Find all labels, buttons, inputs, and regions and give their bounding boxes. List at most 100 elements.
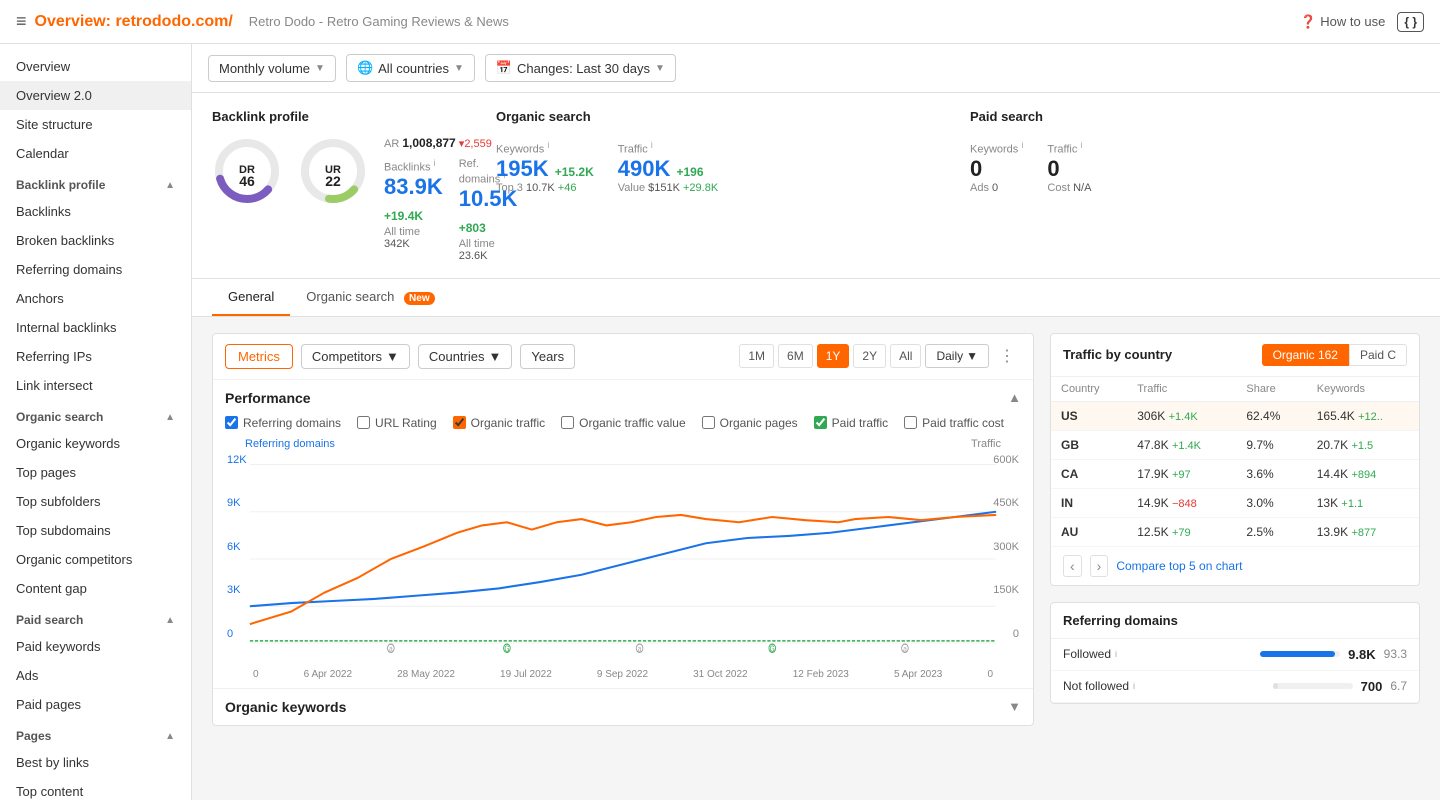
sidebar-item-referring-domains[interactable]: Referring domains [0, 255, 191, 284]
more-options-btn[interactable]: ⋮ [993, 344, 1021, 368]
performance-chart: a G a G a [225, 454, 1021, 664]
ref-followed-values: 9.8K 93.3 [1260, 647, 1407, 662]
paid-metrics-row: Keywords i 0 Ads 0 Traffic i 0 Cost N/A [970, 140, 1420, 194]
sidebar-item-top-content[interactable]: Top content [0, 777, 191, 800]
tab-organic-search[interactable]: Organic search New [290, 279, 450, 316]
col-traffic: Traffic [1127, 377, 1236, 402]
svg-text:G: G [504, 643, 509, 653]
traffic-us: 306K +1.4K [1127, 401, 1236, 430]
hamburger-icon[interactable]: ≡ [16, 11, 27, 32]
sidebar-item-organic-keywords[interactable]: Organic keywords [0, 429, 191, 458]
sidebar-item-paid-keywords[interactable]: Paid keywords [0, 632, 191, 661]
years-btn[interactable]: Years [520, 344, 575, 369]
sidebar-item-overview2[interactable]: Overview 2.0 [0, 81, 191, 110]
time-btn-all[interactable]: All [890, 344, 921, 368]
sidebar-item-best-by-links[interactable]: Best by links [0, 748, 191, 777]
ref-followed-count: 9.8K [1348, 647, 1375, 662]
tab-general[interactable]: General [212, 279, 290, 316]
share-ca: 3.6% [1236, 459, 1306, 488]
share-us: 62.4% [1236, 401, 1306, 430]
sidebar-item-top-pages[interactable]: Top pages [0, 458, 191, 487]
sidebar-item-overview[interactable]: Overview [0, 52, 191, 81]
sidebar-item-backlinks[interactable]: Backlinks [0, 197, 191, 226]
checkbox-paid-traffic-cost[interactable]: Paid traffic cost [904, 416, 1004, 430]
backlinks-value: 83.9K +19.4K [384, 174, 443, 226]
country-gb: GB [1051, 430, 1127, 459]
sidebar-item-calendar[interactable]: Calendar [0, 139, 191, 168]
checkbox-referring-domains[interactable]: Referring domains [225, 416, 341, 430]
time-btn-6m[interactable]: 6M [778, 344, 813, 368]
sidebar-item-anchors[interactable]: Anchors [0, 284, 191, 313]
checkbox-organic-traffic[interactable]: Organic traffic [453, 416, 545, 430]
api-badge[interactable]: { } [1397, 12, 1424, 32]
sidebar-item-broken-backlinks[interactable]: Broken backlinks [0, 226, 191, 255]
all-countries-btn[interactable]: 🌐 All countries ▼ [346, 54, 475, 82]
time-btn-1y[interactable]: 1Y [817, 344, 850, 368]
time-btn-2y[interactable]: 2Y [853, 344, 886, 368]
how-to-use-btn[interactable]: ❓ How to use [1300, 14, 1385, 30]
sidebar-item-content-gap[interactable]: Content gap [0, 574, 191, 603]
chevron-down-icon: ▼ [315, 63, 325, 74]
keywords-us: 165.4K +12.. [1307, 401, 1419, 430]
sidebar-item-ads[interactable]: Ads [0, 661, 191, 690]
checkbox-organic-pages-input[interactable] [702, 416, 715, 429]
right-panel: Traffic by country Organic 162 Paid C Co… [1050, 333, 1420, 726]
sidebar-section-organic-search[interactable]: Organic search ▲ [0, 400, 191, 429]
competitors-btn[interactable]: Competitors ▼ [301, 344, 410, 369]
chevron-down-daily: ▼ [966, 349, 978, 363]
checkbox-url-rating-input[interactable] [357, 416, 370, 429]
checkbox-organic-traffic-value-input[interactable] [561, 416, 574, 429]
organic-keywords-toggle[interactable]: ▼ [1008, 699, 1021, 714]
next-page-btn[interactable]: › [1090, 555, 1109, 577]
checkbox-paid-traffic-input[interactable] [814, 416, 827, 429]
traffic-gb: 47.8K +1.4K [1127, 430, 1236, 459]
tab-pill-organic[interactable]: Organic 162 [1262, 344, 1349, 366]
svg-text:46: 46 [239, 173, 255, 189]
checkbox-paid-traffic-cost-input[interactable] [904, 416, 917, 429]
daily-btn[interactable]: Daily ▼ [925, 344, 989, 368]
backlink-profile-card: Backlink profile DR 46 [212, 109, 472, 262]
changes-btn[interactable]: 📅 Changes: Last 30 days ▼ [485, 54, 676, 82]
competitors-label: Competitors [312, 349, 382, 364]
top-nav: ≡ Overview: retrododo.com/ Retro Dodo - … [0, 0, 1440, 44]
metrics-btn[interactable]: Metrics [225, 344, 293, 369]
ref-not-followed-bar [1273, 683, 1279, 689]
traffic-country-header: Traffic by country Organic 162 Paid C [1051, 334, 1419, 377]
sidebar-section-paid-search[interactable]: Paid search ▲ [0, 603, 191, 632]
checkbox-organic-traffic-value[interactable]: Organic traffic value [561, 416, 686, 430]
keywords-au: 13.9K +877 [1307, 517, 1419, 546]
tab-pill-paid[interactable]: Paid C [1349, 344, 1407, 366]
chevron-up-icon-paid: ▲ [165, 615, 175, 626]
countries-btn[interactable]: Countries ▼ [418, 344, 513, 369]
checkbox-paid-traffic[interactable]: Paid traffic [814, 416, 888, 430]
page-title: Overview: retrododo.com/ [35, 13, 233, 31]
sidebar-item-referring-ips[interactable]: Referring IPs [0, 342, 191, 371]
sidebar-section-pages[interactable]: Pages ▲ [0, 719, 191, 748]
sidebar-item-paid-pages[interactable]: Paid pages [0, 690, 191, 719]
section-title-backlink: Backlink profile [16, 178, 105, 192]
monthly-volume-btn[interactable]: Monthly volume ▼ [208, 55, 336, 82]
checkbox-organic-pages[interactable]: Organic pages [702, 416, 798, 430]
performance-toggle-icon[interactable]: ▲ [1008, 390, 1021, 405]
globe-icon: 🌐 [357, 60, 373, 76]
sidebar-section-backlink-profile[interactable]: Backlink profile ▲ [0, 168, 191, 197]
keywords-gb: 20.7K +1.5 [1307, 430, 1419, 459]
checkbox-url-rating[interactable]: URL Rating [357, 416, 437, 430]
sidebar-item-site-structure[interactable]: Site structure [0, 110, 191, 139]
table-header-row: Country Traffic Share Keywords [1051, 377, 1419, 402]
sidebar-item-top-subdomains[interactable]: Top subdomains [0, 516, 191, 545]
sidebar-item-internal-backlinks[interactable]: Internal backlinks [0, 313, 191, 342]
compare-link[interactable]: Compare top 5 on chart [1116, 559, 1242, 573]
checkboxes-row: Referring domains URL Rating Organic tra… [213, 412, 1033, 438]
sidebar-item-link-intersect[interactable]: Link intersect [0, 371, 191, 400]
time-btn-1m[interactable]: 1M [739, 344, 774, 368]
prev-page-btn[interactable]: ‹ [1063, 555, 1082, 577]
checkbox-referring-domains-input[interactable] [225, 416, 238, 429]
chart-toolbar: Metrics Competitors ▼ Countries ▼ Years … [213, 334, 1033, 380]
checkbox-organic-traffic-input[interactable] [453, 416, 466, 429]
sidebar-item-top-subfolders[interactable]: Top subfolders [0, 487, 191, 516]
sidebar-item-organic-competitors[interactable]: Organic competitors [0, 545, 191, 574]
country-ca: CA [1051, 459, 1127, 488]
chevron-up-icon-organic: ▲ [165, 412, 175, 423]
traffic-by-country-panel: Traffic by country Organic 162 Paid C Co… [1050, 333, 1420, 586]
